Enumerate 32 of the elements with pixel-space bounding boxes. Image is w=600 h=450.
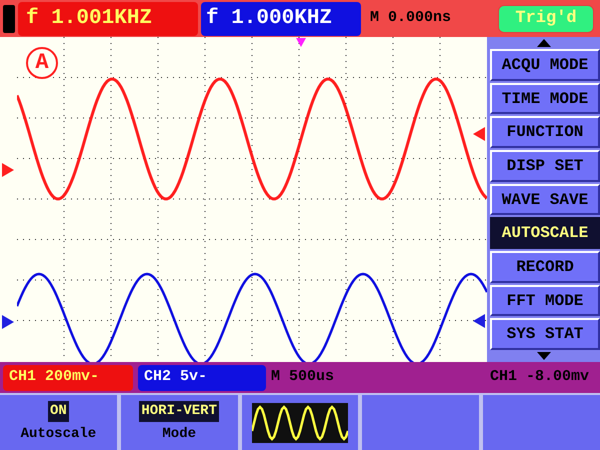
menu-item[interactable]: TIME MODE [490,82,600,114]
menu-item[interactable]: ACQU MODE [490,49,600,81]
softkey-label: Autoscale [20,424,96,444]
scroll-up-icon[interactable] [536,39,550,47]
ch1-frequency: f 1.001KHZ [18,2,198,36]
ch2-frequency: f 1.000KHZ [201,2,361,36]
timebase: M 500us [271,367,334,388]
softkey[interactable]: HORI-VERT Mode [120,395,238,450]
menu-item[interactable]: WAVE SAVE [490,184,600,216]
ch1-trigger-marker-icon [473,127,485,141]
softkey-label: Mode [162,424,196,444]
ch2-level-marker-icon [2,315,14,329]
ch1-level-marker-icon [2,163,14,177]
trigger-level: CH1 -8.00mv [490,367,590,388]
softkey-value: HORI-VERT [139,400,219,422]
menu-item[interactable]: AUTOSCALE [490,217,600,250]
mode-badge: A [26,47,58,79]
softkey-value: ON [48,400,69,422]
ch1-scale: CH1 200mv- [3,364,133,390]
time-offset: M 0.000ns [369,8,452,28]
battery-icon [3,4,15,32]
menu-item[interactable]: DISP SET [490,150,600,182]
softkey[interactable] [242,395,358,450]
menu-item[interactable]: RECORD [490,251,600,283]
ch2-trigger-marker-icon [473,314,485,328]
menu-item[interactable]: SYS STAT [490,318,600,350]
softkey[interactable]: ON Autoscale [0,395,117,450]
trigger-status: Trig'd [498,4,594,32]
sine-wave-icon [252,402,348,442]
ch2-scale: CH2 5v- [138,364,266,390]
menu-item[interactable]: FUNCTION [490,116,600,148]
menu-item[interactable]: FFT MODE [490,284,600,316]
